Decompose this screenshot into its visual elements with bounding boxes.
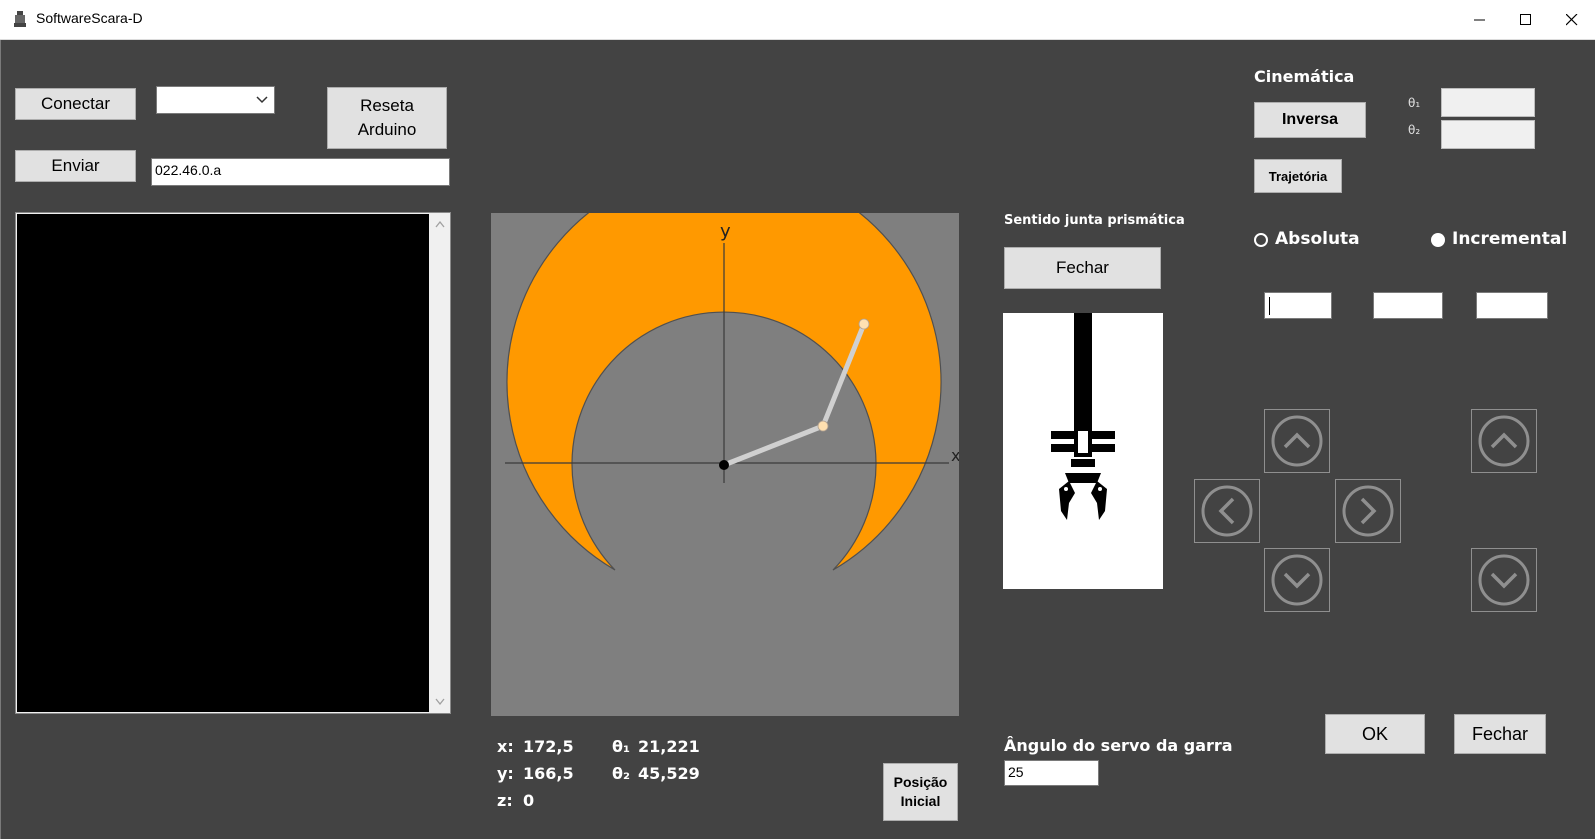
close-button[interactable]	[1549, 0, 1595, 39]
absolute-label[interactable]: Absoluta	[1275, 229, 1360, 249]
arrow-up-icon	[1271, 415, 1323, 467]
z-readout-value: 0	[523, 791, 535, 810]
theta1-field-label: θ₁	[1408, 96, 1421, 110]
home-label-2: Inicial	[900, 793, 941, 809]
theta1-readout-value: 21,221	[638, 737, 700, 756]
theta2-readout-value: 45,529	[638, 764, 700, 783]
console-scrollbar[interactable]	[430, 213, 450, 713]
elbow-joint	[817, 420, 829, 432]
increment-input-2[interactable]	[1373, 292, 1443, 319]
gripper-icon	[1051, 313, 1115, 520]
theta2-readout-label: θ₂	[612, 764, 630, 783]
increment-input-3[interactable]	[1476, 292, 1548, 319]
jog-right-button[interactable]	[1335, 479, 1401, 543]
close-icon	[1566, 13, 1578, 25]
workspace-svg: y x	[491, 213, 959, 716]
jog-down-button[interactable]	[1264, 548, 1330, 612]
reset-arduino-button[interactable]: Reseta Arduino	[327, 87, 447, 149]
connect-button[interactable]: Conectar	[15, 88, 136, 120]
trajectory-button[interactable]: Trajetória	[1254, 159, 1342, 193]
servo-angle-label: Ângulo do servo da garra	[1004, 736, 1233, 755]
home-position-button[interactable]: Posição Inicial	[883, 763, 958, 821]
prismatic-close-button[interactable]: Fechar	[1004, 247, 1161, 289]
z-readout-label: z:	[497, 791, 513, 810]
arrow-down-icon	[1271, 554, 1323, 606]
theta1-readout-label: θ₁	[612, 737, 630, 756]
scroll-down-icon[interactable]	[435, 698, 445, 705]
end-effector	[858, 318, 870, 330]
gripper-image	[1003, 313, 1163, 589]
z-down-button[interactable]	[1471, 548, 1537, 612]
x-readout-label: x:	[497, 737, 514, 756]
maximize-button[interactable]	[1503, 0, 1549, 39]
main-panel: Conectar Reseta Arduino Enviar 022.46.0.…	[0, 40, 1595, 839]
workspace-view: y x	[491, 213, 959, 716]
maximize-icon	[1520, 13, 1531, 25]
arrow-left-icon	[1201, 485, 1253, 537]
app-window: SoftwareScara-D Conectar Reseta Arduino …	[0, 0, 1595, 839]
port-select[interactable]	[156, 86, 275, 114]
reset-label-1: Reseta	[360, 96, 414, 115]
base-joint	[719, 460, 729, 470]
window-title: SoftwareScara-D	[36, 10, 143, 26]
y-axis-label: y	[720, 221, 731, 242]
inverse-button[interactable]: Inversa	[1254, 102, 1366, 138]
z-up-button[interactable]	[1471, 409, 1537, 473]
y-readout-label: y:	[497, 764, 514, 783]
home-label-1: Posição	[893, 774, 948, 790]
incremental-label[interactable]: Incremental	[1452, 229, 1567, 249]
x-readout-value: 172,5	[523, 737, 574, 756]
theta1-field[interactable]	[1441, 88, 1535, 117]
ok-button[interactable]: OK	[1325, 714, 1425, 754]
send-button[interactable]: Enviar	[15, 150, 136, 182]
theta2-field[interactable]	[1441, 120, 1535, 149]
minimize-icon	[1474, 19, 1485, 20]
app-icon	[14, 11, 26, 27]
kinematics-title: Cinemática	[1254, 67, 1355, 86]
scroll-up-icon[interactable]	[435, 221, 445, 228]
x-axis-label: x	[951, 446, 959, 465]
title-bar: SoftwareScara-D	[0, 0, 1595, 40]
incremental-radio[interactable]	[1431, 233, 1445, 247]
arrow-down-icon	[1478, 554, 1530, 606]
theta2-field-label: θ₂	[1408, 123, 1421, 137]
serial-console[interactable]	[17, 214, 429, 712]
command-input[interactable]: 022.46.0.a	[151, 158, 450, 186]
text-caret	[1269, 297, 1270, 315]
prismatic-label: Sentido junta prismática	[1004, 213, 1185, 228]
jog-up-button[interactable]	[1264, 409, 1330, 473]
minimize-button[interactable]	[1457, 0, 1503, 39]
arrow-right-icon	[1342, 485, 1394, 537]
increment-input-1[interactable]	[1264, 292, 1332, 319]
console-frame	[15, 212, 451, 714]
reset-label-2: Arduino	[357, 120, 417, 139]
chevron-down-icon	[256, 96, 268, 104]
jog-left-button[interactable]	[1194, 479, 1260, 543]
arrow-up-icon	[1478, 415, 1530, 467]
servo-angle-input[interactable]: 25	[1004, 760, 1099, 786]
y-readout-value: 166,5	[523, 764, 574, 783]
close-dialog-button[interactable]: Fechar	[1454, 714, 1546, 754]
absolute-radio[interactable]	[1254, 233, 1268, 247]
